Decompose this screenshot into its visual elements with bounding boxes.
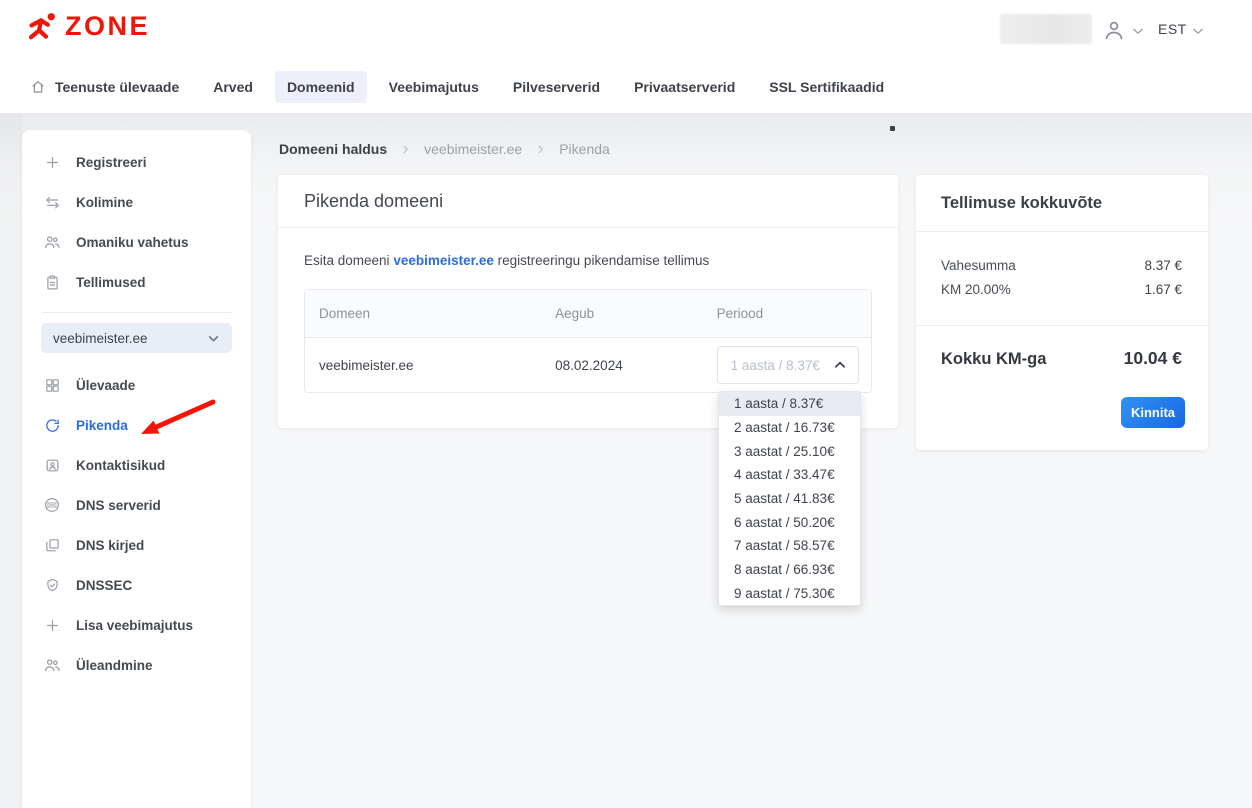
confirm-button[interactable]: Kinnita [1121,397,1185,428]
sidebar-item-uleandmine[interactable]: Üleandmine [22,645,251,685]
zone-logo[interactable]: ZONE [24,11,150,41]
transfer-icon [43,193,61,211]
breadcrumb-domeeni-haldus[interactable]: Domeeni haldus [279,141,387,157]
home-icon [30,79,46,95]
period-select[interactable]: 1 aasta / 8.37€ [717,346,859,384]
username-redacted [1000,14,1092,44]
sidebar-item-ulevaade[interactable]: Ülevaade [22,365,251,405]
app-header: ZONE EST [0,0,1252,60]
copies-icon [43,536,61,554]
summary-total-row: Kokku KM-ga 10.04 € [916,326,1208,369]
renew-description: Esita domeeni veebimeister.ee registreer… [304,253,872,268]
language-selector[interactable]: EST [1158,21,1187,37]
main-nav: Teenuste ülevaade Arved Domeenid Veebima… [0,60,1252,114]
card-header: Pikenda domeeni [278,175,898,228]
plus-icon [43,616,61,634]
col-header-domeen: Domeen [305,306,555,321]
page-title: Pikenda domeeni [304,191,443,212]
period-option-8[interactable]: 8 aastat / 66.93€ [719,558,860,582]
domain-selector[interactable]: veebimeister.ee [41,323,232,353]
language-chevron-down-icon[interactable] [1191,24,1205,38]
period-option-6[interactable]: 6 aastat / 50.20€ [719,510,860,534]
nav-item-ssl-sertifikaadid[interactable]: SSL Sertifikaadid [757,71,896,103]
logo-wordmark: ZONE [65,13,150,40]
period-dropdown-menu: 1 aasta / 8.37€ 2 aastat / 16.73€ 3 aast… [718,391,861,606]
chevron-down-icon [207,332,220,345]
sidebar-item-dns-serverid[interactable]: DNS DNS serverid [22,485,251,525]
summary-title: Tellimuse kokkuvõte [941,194,1102,213]
renew-icon [43,416,61,434]
cell-domain: veebimeister.ee [305,358,555,373]
period-option-5[interactable]: 5 aastat / 41.83€ [719,487,860,511]
sidebar-divider [42,312,231,313]
period-option-4[interactable]: 4 aastat / 33.47€ [719,463,860,487]
nav-item-pilveserverid[interactable]: Pilveserverid [501,71,612,103]
nav-item-domeenid[interactable]: Domeenid [275,71,367,103]
nav-item-teenuste-ulevaade[interactable]: Teenuste ülevaade [18,71,191,103]
sidebar-item-registreeri[interactable]: Registreeri [22,142,251,182]
sidebar: Registreeri Kolimine Omaniku vahetus Tel… [22,130,251,808]
breadcrumb-current: Pikenda [559,141,610,157]
chevron-right-icon [535,144,546,155]
order-summary-card: Tellimuse kokkuvõte Vahesumma 8.37 € KM … [916,175,1208,450]
left-gutter [0,114,22,808]
domain-link[interactable]: veebimeister.ee [393,253,494,268]
grid-icon [43,376,61,394]
nav-item-veebimajutus[interactable]: Veebimajutus [377,71,491,103]
table-row: veebimeister.ee 08.02.2024 1 aasta / 8.3… [305,338,871,392]
users-icon [43,656,61,674]
clipboard-icon [43,273,61,291]
period-option-3[interactable]: 3 aastat / 25.10€ [719,439,860,463]
sidebar-item-dns-kirjed[interactable]: DNS kirjed [22,525,251,565]
summary-row-subtotal: Vahesumma 8.37 € [941,258,1182,273]
summary-row-vat: KM 20.00% 1.67 € [941,282,1182,297]
col-header-aegub: Aegub [555,306,716,321]
sidebar-item-omaniku-vahetus[interactable]: Omaniku vahetus [22,222,251,262]
sidebar-item-dnssec[interactable]: DNSSEC [22,565,251,605]
plus-icon [43,153,61,171]
cursor-artifact [890,126,895,131]
users-icon [43,233,61,251]
nav-item-arved[interactable]: Arved [201,71,265,103]
period-option-2[interactable]: 2 aastat / 16.73€ [719,416,860,440]
dns-globe-icon: DNS [43,496,61,514]
account-icon[interactable] [1102,18,1126,42]
breadcrumb: Domeeni haldus veebimeister.ee Pikenda [279,141,610,157]
chevron-up-icon [833,358,847,372]
total-value: 10.04 € [1124,348,1182,369]
chevron-right-icon [400,144,411,155]
domain-table: Domeen Aegub Periood veebimeister.ee 08.… [304,289,872,393]
nav-item-privaatserverid[interactable]: Privaatserverid [622,71,747,103]
period-option-9[interactable]: 9 aastat / 75.30€ [719,582,860,606]
runner-icon [24,11,58,41]
cell-expires: 08.02.2024 [555,358,716,373]
period-option-1[interactable]: 1 aasta / 8.37€ [719,392,860,416]
shield-icon [43,576,61,594]
sidebar-item-kolimine[interactable]: Kolimine [22,182,251,222]
breadcrumb-domain[interactable]: veebimeister.ee [424,141,522,157]
renew-domain-card: Pikenda domeeni Esita domeeni veebimeist… [278,175,898,428]
sidebar-item-kontaktisikud[interactable]: Kontaktisikud [22,445,251,485]
content-area: Registreeri Kolimine Omaniku vahetus Tel… [0,114,1252,808]
svg-text:DNS: DNS [47,503,57,508]
summary-header: Tellimuse kokkuvõte [916,175,1208,232]
summary-rows: Vahesumma 8.37 € KM 20.00% 1.67 € [916,232,1208,297]
account-chevron-down-icon[interactable] [1131,24,1145,38]
contact-card-icon [43,456,61,474]
table-header-row: Domeen Aegub Periood [305,290,871,338]
sidebar-item-lisa-veebimajutus[interactable]: Lisa veebimajutus [22,605,251,645]
period-option-7[interactable]: 7 aastat / 58.57€ [719,534,860,558]
col-header-periood: Periood [717,306,871,321]
sidebar-item-tellimused[interactable]: Tellimused [22,262,251,302]
sidebar-item-pikenda[interactable]: Pikenda [22,405,251,445]
